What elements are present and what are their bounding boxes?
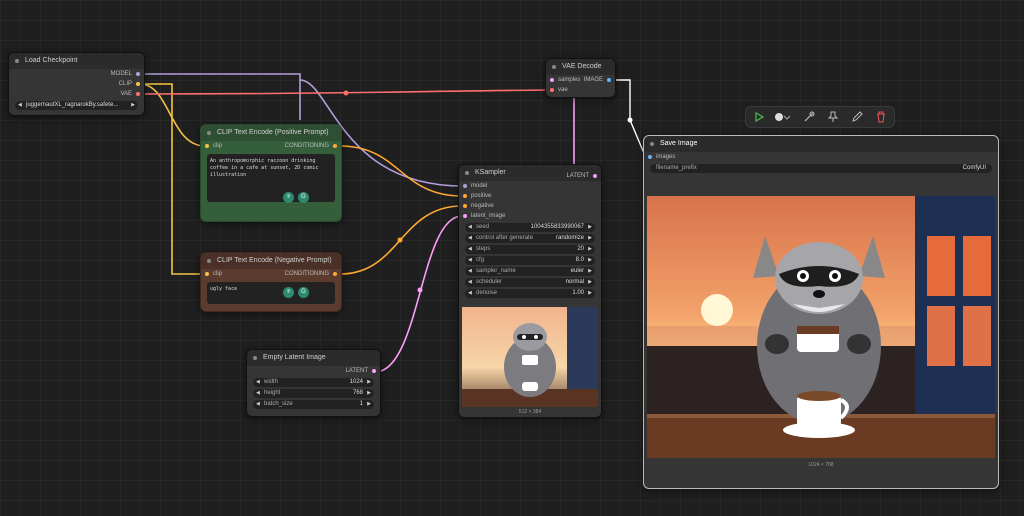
height-widget[interactable]: ◀ height 768 ▶ [253, 389, 374, 398]
node-title[interactable]: CLIP Text Encode (Positive Prompt) [201, 125, 341, 141]
steps-widget[interactable]: ◀ steps 20 ▶ [465, 245, 595, 254]
ksampler-preview-size: 512 × 384 [518, 409, 542, 415]
empty-latent-node[interactable]: Empty Latent Image LATENT ◀ width 1024 ▶ ◀ h… [246, 349, 381, 417]
input-model[interactable]: model LATENT [459, 173, 601, 191]
width-widget[interactable]: ◀ width 1024 ▶ [253, 378, 374, 387]
denoise-widget[interactable]: ◀ denoise 1.00 ▶ [465, 289, 595, 298]
sampler-name-widget[interactable]: ◀ sampler_name euler ▶ [465, 267, 595, 276]
pin-icon[interactable]: ⌾ [283, 287, 294, 298]
ksampler-node[interactable]: KSampler model LATENT positive negative l… [458, 164, 602, 418]
load-checkpoint-node[interactable]: Load Checkpoint MODEL CLIP VAE ◀ juggern… [8, 52, 145, 116]
pin-icon[interactable]: ⌾ [283, 192, 294, 203]
input-vae[interactable]: vae [546, 85, 615, 95]
link-clip-negative [140, 83, 205, 275]
chevron-left-icon[interactable]: ◀ [18, 101, 22, 110]
link-model [140, 73, 301, 120]
clip-positive-node[interactable]: CLIP Text Encode (Positive Prompt) clip C… [200, 124, 342, 222]
saved-image-preview [647, 196, 995, 458]
control-after-generate-widget[interactable]: ◀ control after generate randomize ▶ [465, 234, 595, 243]
ksampler-preview-image [462, 307, 598, 407]
negative-prompt-textarea[interactable]: ugly face [207, 282, 335, 304]
input-clip[interactable]: clip CONDITIONING [201, 141, 341, 151]
input-clip[interactable]: clip CONDITIONING [201, 269, 341, 279]
grammarly-icon[interactable]: G [298, 192, 309, 203]
clip-negative-node[interactable]: CLIP Text Encode (Negative Prompt) clip C… [200, 252, 342, 312]
input-negative[interactable]: negative [459, 201, 601, 211]
link-image [612, 79, 647, 159]
seed-widget[interactable]: ◀ seed 1004355833990067 ▶ [465, 223, 595, 232]
input-latent-image[interactable]: latent_image [459, 211, 601, 221]
node-title[interactable]: Load Checkpoint [9, 53, 144, 69]
ckpt-name-widget[interactable]: ◀ juggernautXL_ragnarokBy.safete... ▶ [15, 101, 138, 110]
output-vae[interactable]: VAE [9, 89, 144, 99]
positive-prompt-textarea[interactable]: An anthropomorphic raccoon drinking coff… [207, 154, 335, 202]
node-title[interactable]: Save Image [644, 136, 998, 152]
grammarly-icon[interactable]: G [298, 287, 309, 298]
output-model[interactable]: MODEL [9, 69, 144, 79]
link-clip-positive [139, 83, 206, 147]
scheduler-widget[interactable]: ◀ scheduler normal ▶ [465, 278, 595, 287]
link-vae [139, 89, 549, 95]
filename-prefix-widget[interactable]: filename_prefix ComfyUI [650, 164, 992, 173]
node-title[interactable]: VAE Decode [546, 59, 615, 75]
selection-toolbar [745, 106, 895, 128]
input-positive[interactable]: positive [459, 191, 601, 201]
pin-icon[interactable] [826, 110, 840, 124]
input-images[interactable]: images [644, 152, 998, 162]
play-icon[interactable] [752, 110, 766, 124]
vae-decode-node[interactable]: VAE Decode samples IMAGE vae [545, 58, 616, 98]
input-samples[interactable]: samples IMAGE [546, 75, 615, 85]
node-title[interactable]: CLIP Text Encode (Negative Prompt) [201, 253, 341, 269]
link-negative [339, 205, 463, 275]
edit-icon[interactable] [850, 110, 864, 124]
output-clip[interactable]: CLIP [9, 79, 144, 89]
batch-size-widget[interactable]: ◀ batch_size 1 ▶ [253, 400, 374, 409]
output-latent[interactable]: LATENT [247, 366, 380, 376]
chevron-right-icon[interactable]: ▶ [131, 101, 135, 110]
save-image-node[interactable]: Save Image images filename_prefix ComfyUI [643, 135, 999, 489]
link-latent [374, 215, 463, 373]
bypass-icon[interactable] [802, 110, 816, 124]
link-positive [339, 145, 463, 197]
saved-image-size: 1024 × 768 [808, 462, 834, 468]
cfg-widget[interactable]: ◀ cfg 8.0 ▶ [465, 256, 595, 265]
chevron-down-icon[interactable] [783, 110, 791, 124]
trash-icon[interactable] [874, 110, 888, 124]
node-title[interactable]: Empty Latent Image [247, 350, 380, 366]
